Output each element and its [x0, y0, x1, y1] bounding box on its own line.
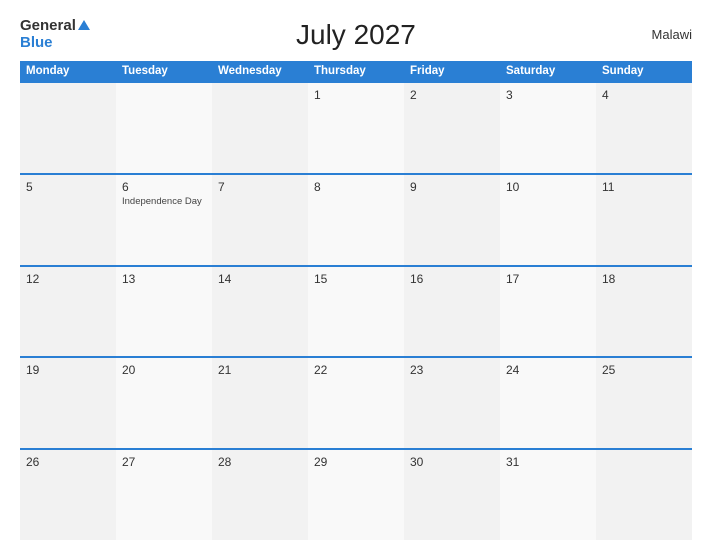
day-number: 6: [122, 180, 206, 194]
day-number: 13: [122, 272, 206, 286]
calendar-cell: 4: [596, 83, 692, 173]
calendar-cell: [20, 83, 116, 173]
calendar-header-cell: Thursday: [308, 61, 404, 81]
calendar-cell: 5: [20, 175, 116, 265]
day-number: 31: [506, 455, 590, 469]
calendar-week: 26 27 28 29 30 31: [20, 448, 692, 540]
day-number: 4: [602, 88, 686, 102]
calendar-cell: 1: [308, 83, 404, 173]
day-number: 30: [410, 455, 494, 469]
calendar-cell: 8: [308, 175, 404, 265]
calendar-header: MondayTuesdayWednesdayThursdayFridaySatu…: [20, 61, 692, 81]
calendar-cell: 28: [212, 450, 308, 540]
logo-blue-text: Blue: [20, 35, 90, 52]
calendar-header-cell: Wednesday: [212, 61, 308, 81]
country-label: Malawi: [622, 27, 692, 42]
calendar-cell: 6 Independence Day: [116, 175, 212, 265]
day-number: 15: [314, 272, 398, 286]
calendar-week: 56 Independence Day 789 10 11: [20, 173, 692, 265]
day-number: 21: [218, 363, 302, 377]
calendar-cell: 12: [20, 267, 116, 357]
calendar-cell: [596, 450, 692, 540]
calendar-cell: 26: [20, 450, 116, 540]
day-number: 11: [602, 180, 686, 194]
logo-general-text: General: [20, 18, 76, 35]
day-number: 17: [506, 272, 590, 286]
calendar-cell: 13: [116, 267, 212, 357]
event-label: Independence Day: [122, 196, 206, 207]
logo-triangle-icon: [78, 20, 90, 30]
day-number: 23: [410, 363, 494, 377]
day-number: 20: [122, 363, 206, 377]
calendar-header-cell: Saturday: [500, 61, 596, 81]
day-number: 9: [410, 180, 494, 194]
calendar-cell: 7: [212, 175, 308, 265]
day-number: 18: [602, 272, 686, 286]
day-number: 22: [314, 363, 398, 377]
day-number: 8: [314, 180, 398, 194]
calendar-cell: 3: [500, 83, 596, 173]
calendar-cell: 22: [308, 358, 404, 448]
calendar-cell: 10: [500, 175, 596, 265]
day-number: 12: [26, 272, 110, 286]
month-title: July 2027: [90, 19, 622, 51]
calendar-cell: 20: [116, 358, 212, 448]
calendar-cell: 2: [404, 83, 500, 173]
calendar-cell: 30: [404, 450, 500, 540]
logo: General Blue: [20, 18, 90, 51]
calendar-header-cell: Friday: [404, 61, 500, 81]
calendar-week: 19 20 21 22 23 24 25: [20, 356, 692, 448]
calendar-week: 1234: [20, 81, 692, 173]
calendar-cell: 14: [212, 267, 308, 357]
calendar-cell: 25: [596, 358, 692, 448]
day-number: 10: [506, 180, 590, 194]
page: General Blue July 2027 Malawi MondayTues…: [0, 0, 712, 550]
calendar: MondayTuesdayWednesdayThursdayFridaySatu…: [20, 61, 692, 540]
calendar-cell: 27: [116, 450, 212, 540]
calendar-cell: 31: [500, 450, 596, 540]
day-number: 5: [26, 180, 110, 194]
calendar-cell: 29: [308, 450, 404, 540]
day-number: 7: [218, 180, 302, 194]
calendar-cell: 9: [404, 175, 500, 265]
calendar-header-cell: Tuesday: [116, 61, 212, 81]
day-number: 16: [410, 272, 494, 286]
calendar-cell: 23: [404, 358, 500, 448]
header: General Blue July 2027 Malawi: [20, 18, 692, 51]
calendar-header-cell: Monday: [20, 61, 116, 81]
calendar-body: 123456Independence Day789101112131415161…: [20, 81, 692, 540]
day-number: 19: [26, 363, 110, 377]
day-number: 26: [26, 455, 110, 469]
day-number: 27: [122, 455, 206, 469]
day-number: 29: [314, 455, 398, 469]
calendar-cell: 19: [20, 358, 116, 448]
calendar-cell: 17: [500, 267, 596, 357]
day-number: 28: [218, 455, 302, 469]
day-number: 2: [410, 88, 494, 102]
day-number: 3: [506, 88, 590, 102]
calendar-cell: 15: [308, 267, 404, 357]
calendar-cell: 21: [212, 358, 308, 448]
day-number: 25: [602, 363, 686, 377]
calendar-cell: 24: [500, 358, 596, 448]
calendar-cell: 16: [404, 267, 500, 357]
calendar-cell: 18: [596, 267, 692, 357]
calendar-week: 12 13 14 15 16 17 18: [20, 265, 692, 357]
calendar-cell: [212, 83, 308, 173]
day-number: 14: [218, 272, 302, 286]
calendar-cell: 11: [596, 175, 692, 265]
calendar-header-cell: Sunday: [596, 61, 692, 81]
day-number: 1: [314, 88, 398, 102]
day-number: 24: [506, 363, 590, 377]
calendar-cell: [116, 83, 212, 173]
